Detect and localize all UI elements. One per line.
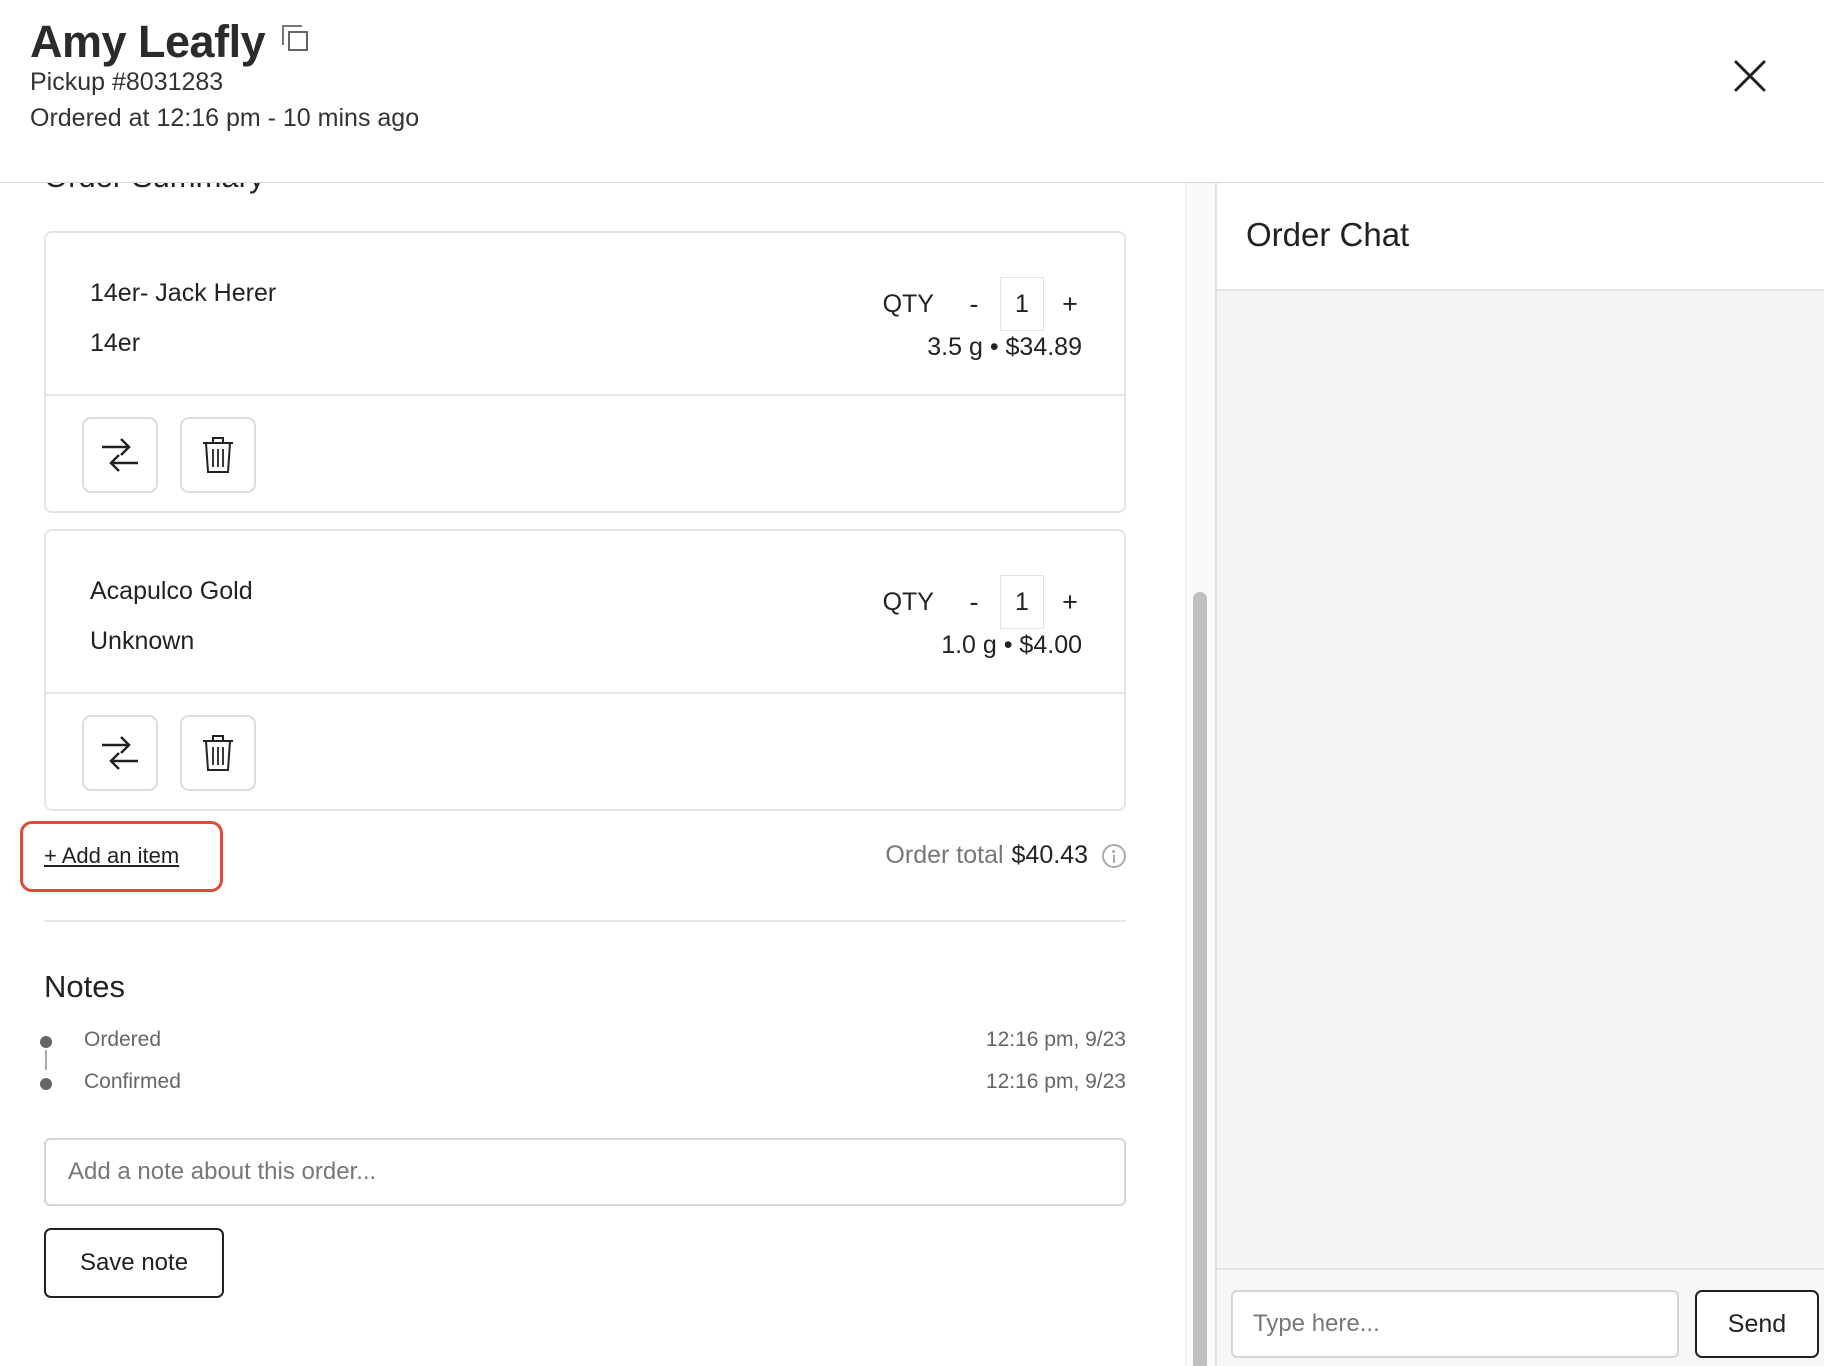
qty-input[interactable]: 1: [1000, 575, 1044, 629]
chat-title: Order Chat: [1246, 216, 1410, 253]
notes-title: Notes: [44, 969, 125, 1004]
swap-arrows-icon: [102, 438, 138, 472]
info-icon[interactable]: [1102, 843, 1126, 868]
save-note-button[interactable]: Save note: [44, 1228, 224, 1298]
qty-input[interactable]: 1: [1000, 277, 1044, 331]
delete-item-button[interactable]: [180, 715, 256, 791]
chat-input[interactable]: [1231, 1290, 1679, 1358]
order-summary-title: Order Summary: [44, 183, 264, 195]
section-divider: [44, 920, 1126, 922]
chat-composer: Send: [1217, 1268, 1824, 1366]
ordered-at: Ordered at 12:16 pm - 10 mins ago: [30, 104, 420, 132]
timeline-dot: [40, 1078, 52, 1090]
item-name: Acapulco Gold: [90, 577, 253, 605]
order-timeline: Ordered 12:16 pm, 9/23 Confirmed 12:16 p…: [40, 1028, 1126, 1112]
close-button[interactable]: [1732, 58, 1768, 94]
item-name: 14er- Jack Herer: [90, 279, 277, 307]
customer-name: Amy Leafly: [30, 16, 266, 67]
timeline-time: 12:16 pm, 9/23: [985, 1028, 1126, 1051]
note-input[interactable]: [44, 1138, 1126, 1206]
order-chat-panel: Order Chat Send: [1215, 183, 1824, 1366]
qty-label: QTY: [882, 587, 934, 616]
order-item-card: 14er- Jack Herer 14er QTY - 1 + 3.5 g • …: [44, 231, 1126, 513]
timeline-time: 12:16 pm, 9/23: [985, 1070, 1126, 1093]
qty-increment-button[interactable]: +: [1058, 289, 1082, 320]
trash-icon: [203, 437, 233, 473]
order-details-panel: Order Summary 14er- Jack Herer 14er QTY …: [0, 183, 1185, 1366]
order-total-value: $40.43: [1011, 841, 1088, 869]
scrollbar-thumb[interactable]: [1193, 592, 1207, 1366]
timeline-entry: Ordered 12:16 pm, 9/23: [40, 1028, 1126, 1070]
order-total-label: Order total: [885, 841, 1004, 869]
item-brand: 14er: [90, 329, 141, 357]
pickup-number: Pickup #8031283: [30, 68, 224, 96]
item-brand: Unknown: [90, 627, 195, 655]
swap-arrows-icon: [102, 736, 138, 770]
send-button[interactable]: Send: [1695, 1290, 1819, 1358]
close-icon: [1734, 60, 1766, 92]
qty-stepper: QTY - 1 +: [883, 575, 1082, 629]
timeline-label: Confirmed: [84, 1070, 181, 1093]
timeline-label: Ordered: [84, 1028, 162, 1051]
order-header: Amy Leafly Pickup #8031283 Ordered at 12…: [0, 0, 1824, 183]
scrollbar-track[interactable]: [1185, 183, 1215, 1366]
item-actions: [82, 715, 256, 791]
order-total: Order total $40.43: [885, 841, 1126, 870]
chat-header: Order Chat: [1217, 183, 1824, 291]
swap-item-button[interactable]: [82, 715, 158, 791]
customer-row: Amy Leafly: [30, 16, 311, 68]
timeline-dot: [40, 1036, 52, 1048]
swap-item-button[interactable]: [82, 417, 158, 493]
item-price: 3.5 g • $34.89: [927, 333, 1082, 361]
delete-item-button[interactable]: [180, 417, 256, 493]
qty-label: QTY: [882, 289, 934, 318]
timeline-entry: Confirmed 12:16 pm, 9/23: [40, 1070, 1126, 1112]
order-item-info: Acapulco Gold Unknown QTY - 1 + 1.0 g • …: [46, 531, 1124, 694]
add-item-link[interactable]: + Add an item: [44, 843, 179, 869]
timeline-connector: [45, 1050, 47, 1070]
order-item-info: 14er- Jack Herer 14er QTY - 1 + 3.5 g • …: [46, 233, 1124, 396]
trash-icon: [203, 735, 233, 771]
item-actions: [82, 417, 256, 493]
qty-decrement-button[interactable]: -: [962, 587, 986, 618]
qty-decrement-button[interactable]: -: [962, 289, 986, 320]
order-item-card: Acapulco Gold Unknown QTY - 1 + 1.0 g • …: [44, 529, 1126, 811]
item-price: 1.0 g • $4.00: [941, 631, 1082, 659]
qty-stepper: QTY - 1 +: [883, 277, 1082, 331]
copy-icon[interactable]: [281, 24, 311, 54]
qty-increment-button[interactable]: +: [1058, 587, 1082, 618]
